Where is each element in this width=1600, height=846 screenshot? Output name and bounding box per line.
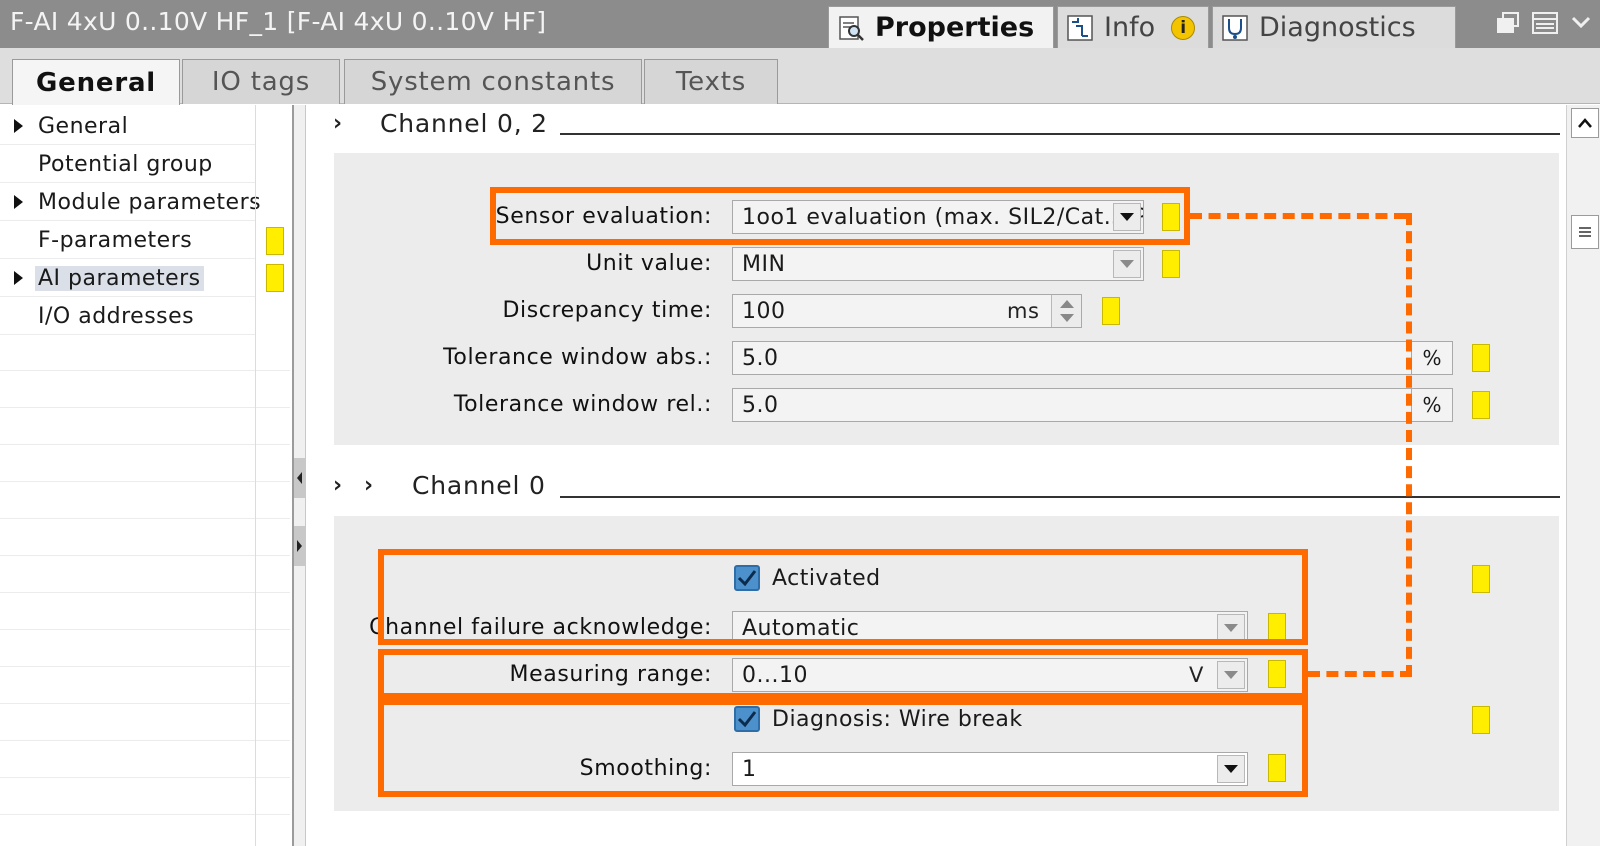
parameter-content: › Channel 0, 2 Sensor evaluation: 1oo1 e…	[306, 105, 1566, 846]
tolerance-rel-label: Tolerance window rel.:	[453, 392, 712, 417]
nav-item-potential-group[interactable]: Potential group	[0, 146, 255, 183]
tolerance-abs-value: 5.0	[742, 345, 779, 371]
tolerance-rel-input[interactable]: 5.0	[732, 388, 1412, 422]
tab-texts[interactable]: Texts	[644, 59, 778, 104]
tolerance-abs-unit: %	[1411, 341, 1453, 375]
discrepancy-time-input[interactable]: 100 ms	[732, 294, 1082, 328]
nav-divider	[0, 555, 290, 556]
activated-marker	[1472, 565, 1490, 593]
tab-diagnostics[interactable]: Diagnostics	[1212, 6, 1456, 48]
nav-item-ai-parameters[interactable]: AI parameters	[0, 260, 255, 297]
nav-item-module-parameters[interactable]: Module parameters	[0, 184, 261, 221]
nav-item-label: AI parameters	[35, 265, 204, 291]
nav-divider	[0, 592, 290, 593]
scroll-up-button[interactable]	[1571, 108, 1599, 138]
chevron-right-icon: ›	[333, 473, 343, 498]
minimize-panel-icon[interactable]	[1570, 12, 1592, 40]
panel-splitter[interactable]	[292, 105, 306, 846]
nav-item-label: I/O addresses	[38, 303, 195, 329]
info-icon	[1066, 14, 1094, 42]
nav-divider	[0, 629, 290, 630]
nav-divider	[0, 444, 290, 445]
connector-line-bottom	[1308, 671, 1412, 677]
nav-divider	[0, 481, 290, 482]
chevron-right-icon: ›	[364, 473, 374, 498]
expand-arrow-icon[interactable]	[14, 119, 23, 133]
discrepancy-time-unit: ms	[1007, 299, 1040, 323]
property-tabs: General IO tags System constants Texts	[0, 48, 1600, 106]
nav-item-label: F-parameters	[38, 227, 193, 253]
chevron-up-icon	[1578, 118, 1592, 128]
tolerance-abs-label: Tolerance window abs.:	[443, 345, 712, 370]
nav-item-label: General	[38, 113, 129, 139]
properties-icon	[837, 14, 865, 42]
unit-value-select[interactable]: MIN	[732, 247, 1144, 281]
unit-value-label: Unit value:	[586, 251, 712, 276]
section-header-channel-0-2: Channel 0, 2	[380, 109, 548, 138]
chevron-down-icon[interactable]	[1113, 250, 1141, 278]
nav-item-general[interactable]: General	[0, 108, 255, 145]
collapse-left-grip[interactable]	[294, 458, 305, 498]
chevron-down-icon[interactable]	[1060, 314, 1074, 322]
window-title: F-AI 4xU 0..10V HF_1 [F-AI 4xU 0..10V HF…	[10, 7, 547, 36]
tolerance-rel-value: 5.0	[742, 392, 779, 418]
connector-line-top	[1190, 213, 1406, 219]
chevron-right-icon: ›	[333, 111, 343, 136]
nav-divider	[0, 703, 290, 704]
activation-highlight	[378, 549, 1308, 645]
nav-divider	[0, 666, 290, 667]
tolerance-rel-unit: %	[1411, 388, 1453, 422]
tab-diagnostics-label: Diagnostics	[1259, 12, 1416, 43]
nav-item-io-addresses[interactable]: I/O addresses	[0, 298, 255, 335]
nav-item-label: Module parameters	[38, 189, 262, 215]
nav-divider	[0, 814, 290, 815]
grip-lines-icon	[1579, 227, 1591, 237]
nav-divider	[0, 740, 290, 741]
discrepancy-time-label: Discrepancy time:	[502, 298, 712, 323]
parameter-navigation: General Potential group Module parameter…	[0, 105, 290, 846]
unit-value-value: MIN	[742, 251, 786, 277]
info-badge-icon: i	[1171, 15, 1196, 40]
sensor-evaluation-highlight	[490, 187, 1190, 245]
discrepancy-time-marker	[1102, 297, 1120, 325]
wire-break-marker	[1472, 706, 1490, 734]
tolerance-abs-input[interactable]: 5.0	[732, 341, 1412, 375]
tab-io-tags[interactable]: IO tags	[182, 59, 340, 104]
vertical-scrollbar[interactable]	[1566, 105, 1600, 846]
tab-properties[interactable]: Properties	[828, 6, 1054, 48]
nav-item-f-parameters[interactable]: F-parameters	[0, 222, 255, 259]
ai-parameters-marker	[266, 264, 284, 292]
nav-column-divider	[255, 105, 256, 846]
nav-divider	[0, 370, 290, 371]
nav-divider	[0, 407, 290, 408]
discrepancy-time-stepper[interactable]	[1051, 295, 1081, 327]
tolerance-abs-marker	[1472, 344, 1490, 372]
restore-window-icon[interactable]	[1496, 12, 1520, 40]
panel-layout-icon[interactable]	[1532, 12, 1558, 40]
tab-info[interactable]: Info i	[1057, 6, 1209, 48]
tab-info-label: Info	[1104, 12, 1156, 43]
tab-properties-label: Properties	[875, 12, 1035, 43]
section-divider	[560, 133, 1560, 135]
connector-line-vertical	[1406, 213, 1412, 677]
expand-arrow-icon[interactable]	[14, 271, 23, 285]
tab-general[interactable]: General	[12, 59, 180, 106]
f-parameters-marker	[266, 227, 284, 255]
diagnostics-icon	[1221, 14, 1249, 42]
nav-divider	[0, 777, 290, 778]
chevron-up-icon[interactable]	[1060, 300, 1074, 308]
expand-arrow-icon[interactable]	[14, 195, 23, 209]
expand-right-grip[interactable]	[294, 526, 305, 566]
unit-value-marker	[1162, 250, 1180, 278]
tab-system-constants[interactable]: System constants	[344, 59, 642, 104]
nav-divider	[0, 518, 290, 519]
discrepancy-time-value: 100	[742, 298, 786, 324]
section-header-channel-0: Channel 0	[412, 471, 546, 500]
nav-item-label: Potential group	[38, 151, 213, 177]
scroll-thumb[interactable]	[1571, 215, 1599, 249]
tolerance-rel-marker	[1472, 391, 1490, 419]
measuring-range-highlight	[378, 649, 1308, 699]
diagnosis-highlight	[378, 699, 1308, 797]
title-bar: F-AI 4xU 0..10V HF_1 [F-AI 4xU 0..10V HF…	[0, 0, 1600, 48]
